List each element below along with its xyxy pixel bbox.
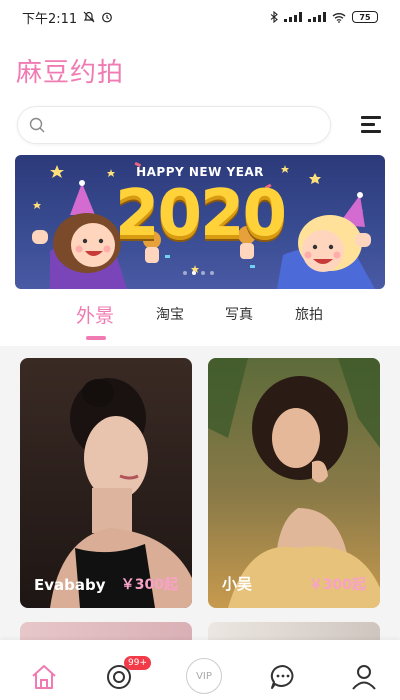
carousel-dot	[201, 271, 205, 275]
model-price: ￥300起	[120, 577, 178, 593]
model-name: 小吴	[222, 575, 253, 593]
vip-icon[interactable]: VIP	[186, 658, 222, 694]
notification-badge: 99+	[124, 656, 151, 670]
search-input[interactable]	[54, 115, 324, 137]
model-card[interactable]: Evababy ￥300起	[20, 358, 192, 608]
carousel-indicator	[183, 271, 214, 275]
profile-icon[interactable]	[349, 662, 379, 692]
category-tabs: 外景 淘宝 写真 旅拍	[0, 296, 400, 346]
alarm-clock-icon	[102, 12, 113, 23]
battery-icon: 75	[352, 11, 378, 23]
search-icon	[29, 117, 45, 133]
carousel-dot-active	[192, 271, 196, 275]
tab-lvpai[interactable]: 旅拍	[295, 304, 323, 324]
carousel-dot	[210, 271, 214, 275]
status-bar: 下午2:11 75	[0, 0, 400, 34]
banner-carousel[interactable]: HAPPY NEW YEAR 2020	[15, 155, 385, 289]
search-bar[interactable]	[17, 106, 331, 144]
tab-waijing[interactable]: 外景	[76, 301, 114, 328]
tab-xiezhen[interactable]: 写真	[225, 304, 253, 324]
model-price: ￥300起	[308, 577, 366, 593]
model-card[interactable]: 小吴 ￥300起	[208, 358, 380, 608]
menu-icon[interactable]	[361, 116, 383, 134]
banner-year: 2020	[114, 177, 287, 251]
vip-label: VIP	[196, 670, 212, 682]
wifi-icon	[332, 12, 346, 23]
model-name: Evababy	[34, 576, 106, 594]
model-card-partial[interactable]	[208, 622, 380, 642]
signal-strength-2-icon	[308, 12, 326, 22]
model-card-partial[interactable]	[20, 622, 192, 642]
model-photo	[208, 358, 380, 608]
mute-notification-icon	[83, 11, 95, 23]
tab-taobao[interactable]: 淘宝	[156, 304, 184, 324]
model-photo	[50, 378, 192, 608]
active-tab-indicator	[86, 336, 106, 340]
carousel-dot	[183, 271, 187, 275]
app-title: 麻豆约拍	[16, 58, 125, 88]
status-time: 下午2:11	[22, 11, 78, 27]
home-icon[interactable]	[29, 662, 59, 692]
bluetooth-icon	[270, 11, 278, 23]
signal-strength-icon	[284, 12, 302, 22]
chat-icon[interactable]	[268, 662, 298, 692]
